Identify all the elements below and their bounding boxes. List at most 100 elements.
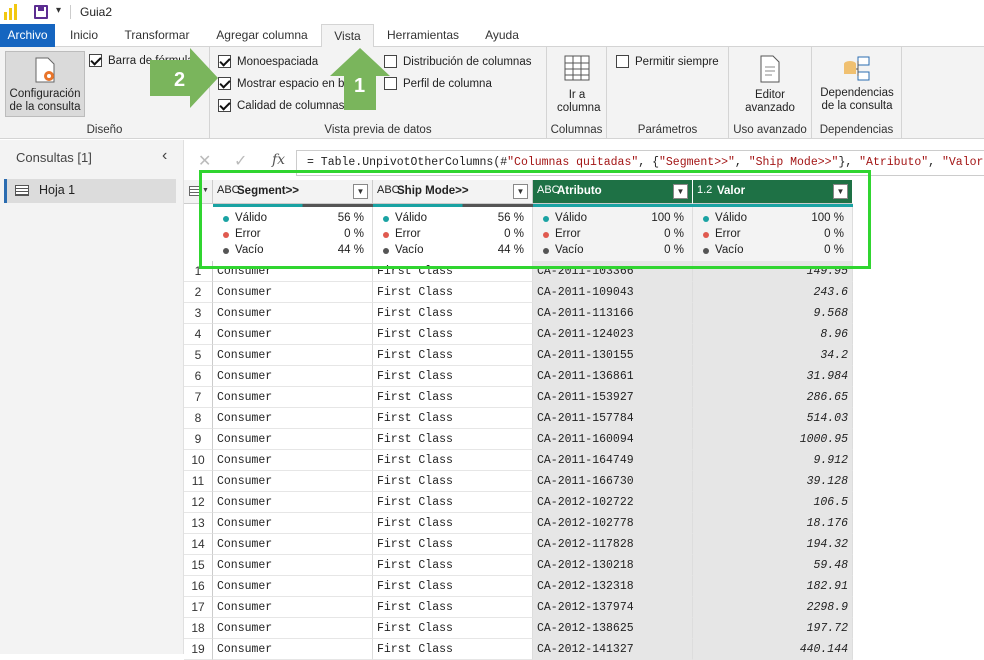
table-cell[interactable]: Consumer [213,513,373,534]
table-cell[interactable]: Consumer [213,534,373,555]
tab-agregar-columna[interactable]: Agregar columna [205,24,319,47]
go-to-column-button[interactable]: Ir a columna [551,55,603,117]
table-cell[interactable]: CA-2011-113166 [533,303,693,324]
table-cell[interactable]: Consumer [213,492,373,513]
table-cell[interactable]: Consumer [213,345,373,366]
row-number[interactable]: 17 [184,597,213,618]
table-cell[interactable]: 106.5 [693,492,853,513]
table-cell[interactable]: CA-2012-130218 [533,555,693,576]
table-cell[interactable]: CA-2011-109043 [533,282,693,303]
table-cell[interactable]: First Class [373,282,533,303]
table-cell[interactable]: CA-2011-153927 [533,387,693,408]
table-cell[interactable]: Consumer [213,408,373,429]
row-number[interactable]: 11 [184,471,213,492]
table-cell[interactable]: CA-2012-102778 [533,513,693,534]
table-cell[interactable]: Consumer [213,303,373,324]
table-cell[interactable]: CA-2011-164749 [533,450,693,471]
table-cell[interactable]: First Class [373,513,533,534]
row-number[interactable]: 2 [184,282,213,303]
table-cell[interactable]: Consumer [213,324,373,345]
table-cell[interactable]: CA-2012-117828 [533,534,693,555]
row-number[interactable]: 4 [184,324,213,345]
table-cell[interactable]: First Class [373,366,533,387]
table-cell[interactable]: Consumer [213,597,373,618]
row-number[interactable]: 15 [184,555,213,576]
table-cell[interactable]: CA-2011-160094 [533,429,693,450]
cancel-formula-icon[interactable]: ✕ [198,151,211,171]
table-cell[interactable]: First Class [373,597,533,618]
table-cell[interactable]: First Class [373,408,533,429]
row-number[interactable]: 7 [184,387,213,408]
row-number[interactable]: 19 [184,639,213,660]
table-cell[interactable]: 197.72 [693,618,853,639]
save-icon[interactable] [34,5,48,19]
row-number[interactable]: 14 [184,534,213,555]
table-cell[interactable]: 18.176 [693,513,853,534]
table-cell[interactable]: 286.65 [693,387,853,408]
always-allow-checkbox[interactable]: Permitir siempre [616,55,719,68]
table-cell[interactable]: 2298.9 [693,597,853,618]
query-dependencies-button[interactable]: Dependencias de la consulta [816,55,898,117]
table-cell[interactable]: Consumer [213,429,373,450]
table-cell[interactable]: CA-2012-141327 [533,639,693,660]
table-cell[interactable]: First Class [373,492,533,513]
table-cell[interactable]: First Class [373,324,533,345]
row-number[interactable]: 16 [184,576,213,597]
table-cell[interactable]: Consumer [213,366,373,387]
table-cell[interactable]: 9.912 [693,450,853,471]
table-cell[interactable]: 514.03 [693,408,853,429]
table-cell[interactable]: Consumer [213,282,373,303]
table-cell[interactable]: First Class [373,534,533,555]
table-cell[interactable]: 39.128 [693,471,853,492]
table-cell[interactable]: Consumer [213,450,373,471]
table-cell[interactable]: First Class [373,576,533,597]
row-number[interactable]: 6 [184,366,213,387]
tab-vista[interactable]: Vista [321,24,374,48]
table-cell[interactable]: First Class [373,429,533,450]
table-cell[interactable]: CA-2011-124023 [533,324,693,345]
row-number[interactable]: 5 [184,345,213,366]
row-number[interactable]: 9 [184,429,213,450]
row-number[interactable]: 13 [184,513,213,534]
row-number[interactable]: 3 [184,303,213,324]
row-number[interactable]: 12 [184,492,213,513]
confirm-formula-icon[interactable]: ✓ [234,151,247,171]
table-cell[interactable]: First Class [373,639,533,660]
table-cell[interactable]: First Class [373,450,533,471]
advanced-editor-button[interactable]: Editor avanzado [735,55,805,117]
tab-inicio[interactable]: Inicio [58,24,110,47]
table-cell[interactable]: CA-2012-102722 [533,492,693,513]
table-cell[interactable]: CA-2011-136861 [533,366,693,387]
column-distribution-checkbox[interactable]: Distribución de columnas [384,55,531,68]
table-cell[interactable]: Consumer [213,576,373,597]
table-cell[interactable]: 9.568 [693,303,853,324]
query-item-hoja-1[interactable]: Hoja 1 [4,179,176,203]
table-cell[interactable]: Consumer [213,639,373,660]
table-cell[interactable]: CA-2012-138625 [533,618,693,639]
table-cell[interactable]: CA-2011-130155 [533,345,693,366]
row-number[interactable]: 18 [184,618,213,639]
quick-access-dropdown-icon[interactable]: ▾ [56,5,61,16]
column-profile-checkbox[interactable]: Perfil de columna [384,77,492,90]
table-cell[interactable]: Consumer [213,387,373,408]
table-cell[interactable]: 243.6 [693,282,853,303]
table-cell[interactable]: CA-2011-166730 [533,471,693,492]
table-cell[interactable]: CA-2012-132318 [533,576,693,597]
table-cell[interactable]: CA-2011-157784 [533,408,693,429]
table-cell[interactable]: First Class [373,387,533,408]
table-cell[interactable]: CA-2012-137974 [533,597,693,618]
tab-herramientas[interactable]: Herramientas [378,24,468,47]
table-cell[interactable]: 31.984 [693,366,853,387]
table-cell[interactable]: 8.96 [693,324,853,345]
table-cell[interactable]: Consumer [213,555,373,576]
table-cell[interactable]: First Class [373,303,533,324]
table-cell[interactable]: 440.144 [693,639,853,660]
table-cell[interactable]: First Class [373,555,533,576]
tab-transformar[interactable]: Transformar [114,24,200,47]
table-cell[interactable]: Consumer [213,471,373,492]
collapse-pane-icon[interactable]: ‹ [162,147,167,165]
table-cell[interactable]: 34.2 [693,345,853,366]
table-cell[interactable]: First Class [373,345,533,366]
tab-archivo[interactable]: Archivo [0,24,55,47]
monospaced-checkbox[interactable]: Monoespaciada [218,55,318,68]
